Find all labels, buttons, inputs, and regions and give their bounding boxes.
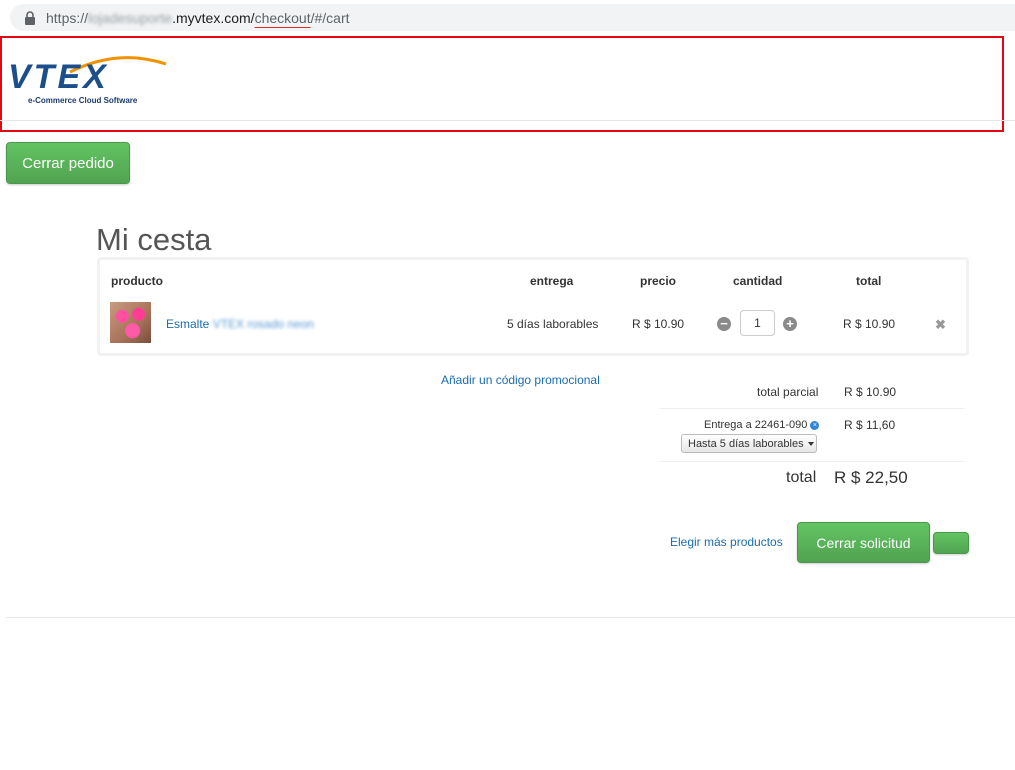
column-header-delivery: entrega xyxy=(530,274,574,288)
url-domain: .myvtex.com/ xyxy=(172,9,255,26)
plus-icon[interactable]: + xyxy=(783,317,797,331)
url-suffix: /#/cart xyxy=(310,9,350,26)
browser-address-bar: https://lojadesuporte.myvtex.com/checkou… xyxy=(0,0,1015,35)
summary-divider xyxy=(660,461,964,462)
add-promo-code-link[interactable]: Añadir un código promocional xyxy=(441,373,600,387)
column-header-quantity: cantidad xyxy=(733,274,783,288)
product-name-link[interactable]: Esmalte VTEX rosado neon xyxy=(166,317,314,331)
product-delivery: 5 días laborables xyxy=(507,317,599,331)
lock-icon xyxy=(24,10,36,25)
product-name-blurred: VTEX rosado neon xyxy=(212,317,315,331)
shipping-value: R $ 11,60 xyxy=(844,418,896,432)
url-highlight: checkout xyxy=(254,9,311,26)
vtex-logo[interactable]: VTEX e-Commerce Cloud Software xyxy=(8,54,168,110)
shipping-option-select[interactable]: Hasta 5 días laborables xyxy=(681,434,817,453)
choose-more-products-link[interactable]: Elegir más productos xyxy=(670,535,783,549)
url-prefix: https:// xyxy=(46,9,89,26)
remove-item-icon[interactable]: ✖ xyxy=(935,317,946,333)
shipping-option-value: Hasta 5 días laborables xyxy=(688,437,804,450)
checkout-button[interactable]: Cerrar solicitud xyxy=(797,522,930,563)
cart-table: producto entrega precio cantidad total E… xyxy=(97,257,969,356)
chevron-down-icon xyxy=(807,441,814,446)
footer-divider xyxy=(6,617,1015,618)
secondary-green-button[interactable] xyxy=(933,532,969,554)
product-price: R $ 10.90 xyxy=(632,317,685,331)
column-header-total: total xyxy=(856,274,882,288)
url-text: https://lojadesuporte.myvtex.com/checkou… xyxy=(46,10,350,26)
summary-divider xyxy=(660,408,964,409)
quantity-input[interactable]: 1 xyxy=(740,310,775,336)
subtotal-label: total parcial xyxy=(757,385,819,399)
logo-tagline: e-Commerce Cloud Software xyxy=(28,96,138,105)
subtotal-value: R $ 10.90 xyxy=(844,385,897,399)
total-value: R $ 22,50 xyxy=(834,468,908,487)
column-header-product: producto xyxy=(111,274,163,288)
site-header: VTEX e-Commerce Cloud Software xyxy=(0,36,1004,132)
product-thumbnail[interactable] xyxy=(110,302,151,343)
remove-zip-icon[interactable]: × xyxy=(810,420,820,430)
logo-wordmark: VTEX xyxy=(8,58,109,96)
product-name: Esmalte xyxy=(166,317,210,331)
total-label: total xyxy=(786,469,817,486)
minus-icon[interactable]: − xyxy=(717,317,731,331)
shipping-label: Entrega a 22461-090 xyxy=(704,419,808,431)
close-order-button[interactable]: Cerrar pedido xyxy=(6,142,130,184)
url-blurred-part: lojadesuporte xyxy=(88,9,173,26)
column-header-price: precio xyxy=(640,274,677,288)
shipping-label-wrap: Entrega a 22461-090 × xyxy=(704,419,820,431)
url-field[interactable]: https://lojadesuporte.myvtex.com/checkou… xyxy=(10,4,1015,31)
header-divider xyxy=(0,120,1015,121)
page-title: Mi cesta xyxy=(96,221,212,257)
product-total: R $ 10.90 xyxy=(843,317,896,331)
